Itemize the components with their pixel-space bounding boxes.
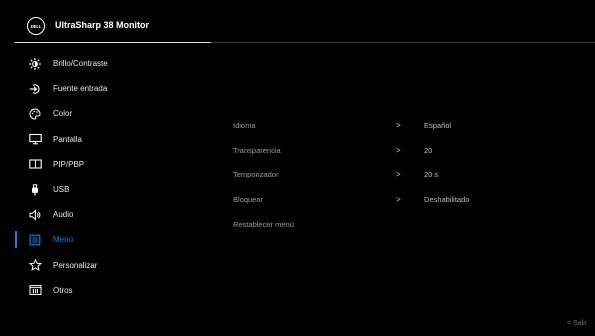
speaker-icon xyxy=(27,209,43,221)
star-icon xyxy=(27,259,43,272)
menu-item-pip-pbp[interactable]: PIP/PBP xyxy=(0,152,220,177)
menu-item-label: Fuente entrada xyxy=(53,84,108,94)
chevron-right-icon: > xyxy=(396,170,401,180)
submenu-row-value: Español xyxy=(424,120,452,130)
menu-icon xyxy=(27,234,43,246)
menu-item-personalizar[interactable]: Personalizar xyxy=(0,253,220,278)
brightness-icon xyxy=(27,57,43,70)
header-divider xyxy=(211,42,595,43)
others-icon xyxy=(27,284,43,296)
submenu-row-restablecer-menu[interactable]: Restablecer menú xyxy=(233,212,563,237)
menu-item-label: Color xyxy=(53,109,73,119)
submenu-row-value: Deshabilitado xyxy=(424,194,470,204)
submenu-row-label: Bloquear xyxy=(233,194,264,204)
menu-item-label: Brillo/Contraste xyxy=(53,59,108,69)
submenu-row-label: Idioma xyxy=(233,120,256,130)
menu-item-label: PIP/PBP xyxy=(53,159,85,169)
header-divider-active xyxy=(15,42,211,43)
menu-item-brillo-contraste[interactable]: Brillo/Contraste xyxy=(0,51,220,76)
submenu-row-label: Temporizador xyxy=(233,170,279,180)
submenu-row-idioma[interactable]: Idioma > Español xyxy=(233,113,563,138)
menu-item-label: Audio xyxy=(53,210,74,220)
menu-item-label: Otros xyxy=(53,285,73,295)
submenu-panel: Idioma > Español Transparencia > 20 Temp… xyxy=(233,113,563,236)
submenu-row-label: Restablecer menú xyxy=(233,219,294,229)
menu-item-menu[interactable]: Menú xyxy=(0,227,220,252)
submenu-row-temporizador[interactable]: Temporizador > 20 s xyxy=(233,162,563,187)
submenu-row-label: Transparencia xyxy=(233,145,281,155)
menu-item-pantalla[interactable]: Pantalla xyxy=(0,127,220,152)
submenu-row-value: 20 s xyxy=(424,170,439,180)
input-source-icon xyxy=(27,83,43,95)
pip-pbp-icon xyxy=(27,158,43,170)
dell-logo-text: DELL xyxy=(30,23,42,29)
menu-item-label: Pantalla xyxy=(53,134,82,144)
menu-item-color[interactable]: Color xyxy=(0,101,220,126)
chevron-right-icon: > xyxy=(396,145,401,155)
exit-button[interactable]: < Salir xyxy=(567,320,587,327)
submenu-row-value: 20 xyxy=(424,145,433,155)
menu-item-fuente-entrada[interactable]: Fuente entrada xyxy=(0,76,220,101)
dell-logo: DELL xyxy=(27,17,45,35)
display-icon xyxy=(27,133,43,145)
submenu-row-transparencia[interactable]: Transparencia > 20 xyxy=(233,138,563,163)
menu-item-otros[interactable]: Otros xyxy=(0,278,220,303)
color-palette-icon xyxy=(27,108,43,120)
menu-item-audio[interactable]: Audio xyxy=(0,202,220,227)
menu-item-usb[interactable]: USB xyxy=(0,177,220,202)
submenu-row-bloquear[interactable]: Bloquear > Deshabilitado xyxy=(233,187,563,212)
menu-item-label: Menú xyxy=(53,235,74,245)
chevron-right-icon: > xyxy=(396,194,401,204)
main-menu: Brillo/Contraste Fuente entrada Color Pa… xyxy=(0,51,220,303)
monitor-title: UltraSharp 38 Monitor xyxy=(55,20,150,30)
usb-icon xyxy=(27,183,43,196)
selection-indicator xyxy=(15,231,17,249)
menu-item-label: USB xyxy=(53,185,70,195)
chevron-right-icon: > xyxy=(396,120,401,130)
menu-item-label: Personalizar xyxy=(53,260,98,270)
